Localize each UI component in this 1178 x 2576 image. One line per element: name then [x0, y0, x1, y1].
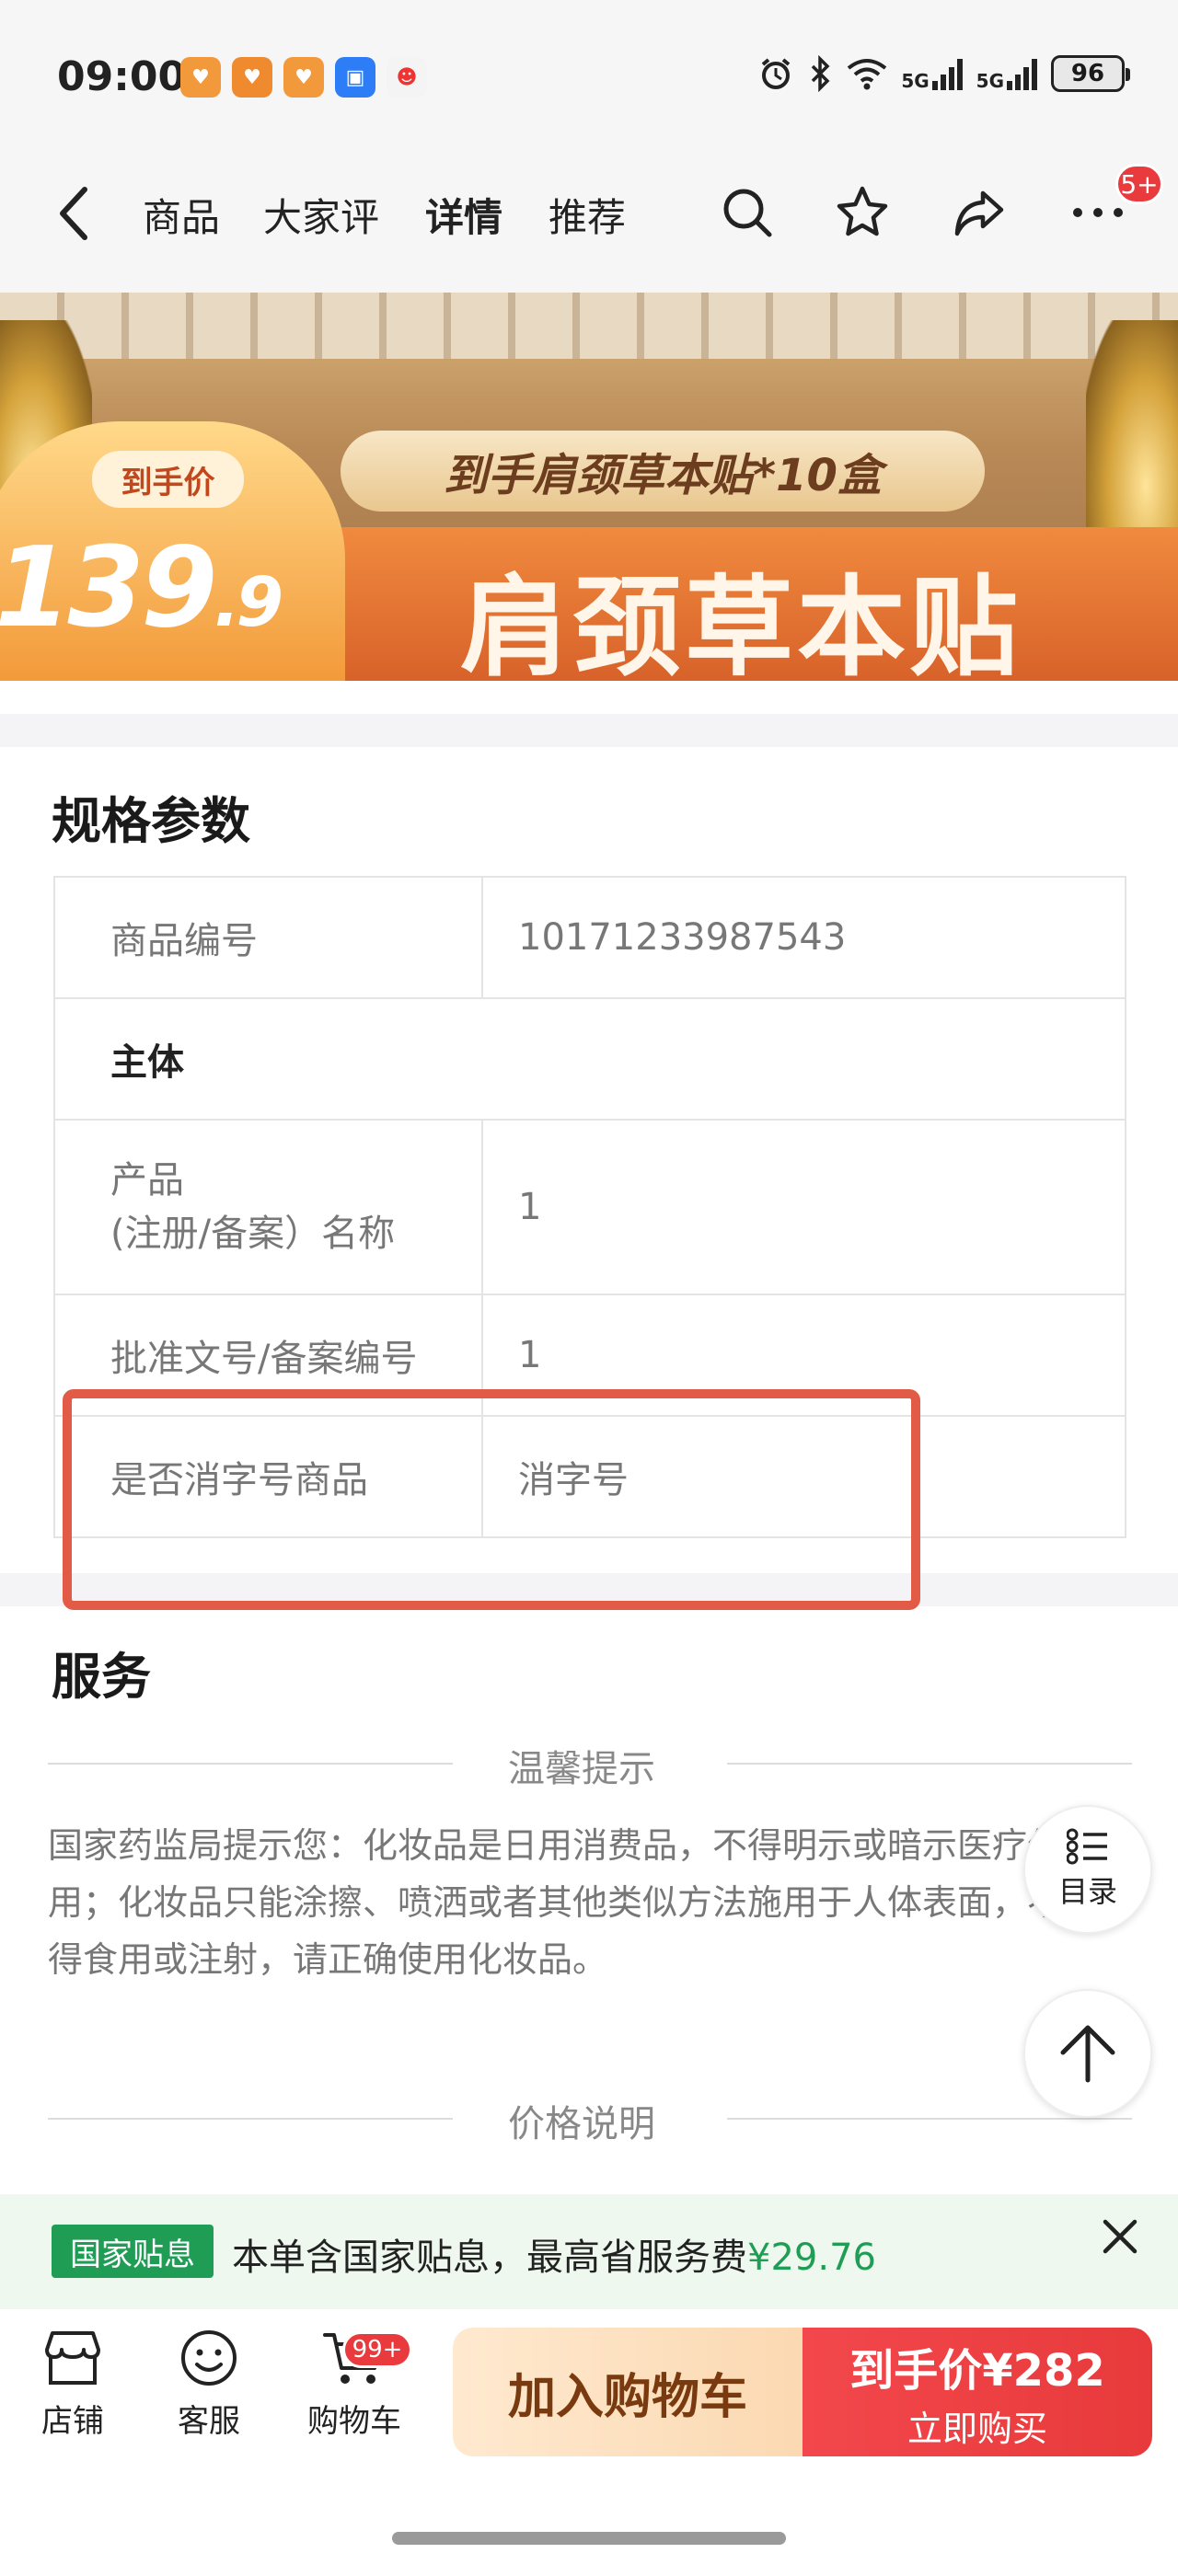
store-button[interactable]: 店铺	[13, 2328, 133, 2441]
tab-recommend[interactable]: 推荐	[549, 187, 626, 243]
table-row: 商品编号 10171233987543	[53, 876, 1126, 999]
alarm-icon	[762, 58, 791, 89]
wifi-icon	[848, 59, 887, 90]
tab-details[interactable]: 详情	[425, 187, 502, 243]
app-market-icon: ▣	[335, 57, 375, 98]
hand-price: 139.9	[0, 524, 283, 652]
signal-1-icon: 5G	[901, 57, 963, 90]
table-row: 产品 (注册/备案）名称 1	[53, 1119, 1126, 1295]
back-to-top-button[interactable]	[1023, 1989, 1152, 2118]
hand-price-label: 到手价	[92, 451, 244, 508]
message-count-badge: 5+	[1115, 164, 1163, 204]
price-heading: 价格说明	[508, 2103, 655, 2145]
tip-text: 国家药监局提示您：化妆品是日用消费品，不得明示或暗示医疗作用；化妆品只能涂擦、喷…	[48, 1825, 1063, 1980]
spec-value: 1	[481, 1119, 1126, 1295]
share-icon[interactable]	[946, 180, 1011, 245]
list-icon	[1067, 1828, 1107, 1865]
spec-key: 商品编号	[53, 876, 483, 999]
home-indicator[interactable]	[392, 2532, 786, 2545]
app-notification-icon: ♥	[180, 57, 221, 98]
banner-title: 肩颈草本贴	[460, 564, 1022, 681]
highlight-annotation-box	[63, 1389, 920, 1610]
tab-reviews[interactable]: 大家评	[263, 187, 379, 243]
subsidy-text: 本单含国家贴息，最高省服务费¥29.76	[232, 2237, 876, 2279]
status-bar: 09:00 ♥ ♥ ♥ ▣ ☻ 5G 5G 96	[0, 0, 1178, 156]
back-icon[interactable]	[55, 184, 92, 253]
store-icon	[45, 2331, 100, 2385]
close-icon[interactable]	[1100, 2215, 1140, 2265]
chat-smile-icon	[181, 2330, 237, 2386]
table-row: 主体	[53, 997, 1126, 1121]
cart-count-badge: 99+	[342, 2331, 412, 2368]
app-notification-icon: ♥	[232, 57, 272, 98]
add-to-cart-button[interactable]: 加入购物车	[453, 2328, 803, 2456]
favorite-star-icon[interactable]	[830, 180, 895, 245]
search-icon[interactable]	[715, 180, 780, 245]
signal-2-icon: 5G	[976, 57, 1038, 90]
service-section-title: 服务	[52, 1648, 151, 1706]
bluetooth-icon	[812, 55, 830, 92]
section-divider	[0, 714, 1178, 747]
status-time: 09:00	[57, 53, 187, 100]
spec-group-heading: 主体	[53, 997, 1126, 1121]
app-clown-icon: ☻	[387, 57, 427, 98]
app-notification-icon: ♥	[283, 57, 324, 98]
spec-section-title: 规格参数	[52, 792, 250, 850]
toc-button[interactable]: 目录	[1023, 1805, 1152, 1934]
battery-indicator: 96	[1051, 55, 1130, 92]
product-detail-page: 09:00 ♥ ♥ ♥ ▣ ☻ 5G 5G 96 商品 大家评 详情 推荐 5+…	[0, 0, 1178, 2576]
arrow-up-icon	[1060, 2025, 1115, 2083]
tip-heading: 温馨提示	[508, 1748, 655, 1790]
status-icons: 5G 5G 96	[757, 55, 1130, 92]
toc-label: 目录	[1057, 1874, 1117, 1909]
product-banner: 到手肩颈草本贴*10盒 肩颈草本贴 到手价 139.9	[0, 293, 1178, 681]
buy-now-button[interactable]: 到手价¥282 立即购买	[803, 2328, 1152, 2456]
customer-service-button[interactable]: 客服	[149, 2328, 269, 2441]
subsidy-tag: 国家贴息	[52, 2225, 214, 2278]
tab-product[interactable]: 商品	[143, 187, 220, 243]
spec-value: 10171233987543	[481, 876, 1126, 999]
banner-subtitle: 到手肩颈草本贴*10盒	[341, 431, 985, 512]
spec-key: 产品 (注册/备案）名称	[53, 1119, 483, 1295]
